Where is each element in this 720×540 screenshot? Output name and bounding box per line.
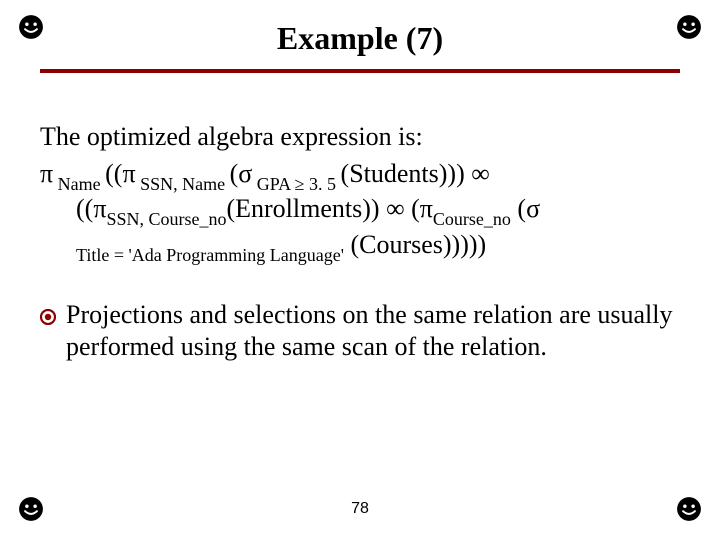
pi-symbol: π [420, 194, 433, 223]
bullet-item: Projections and selections on the same r… [40, 299, 680, 364]
pi-symbol: π [93, 194, 106, 223]
open-paren: (( [76, 194, 93, 223]
enrollments-text: (Enrollments)) [226, 194, 386, 223]
infty-symbol: ∞ [386, 194, 405, 223]
title-rule [40, 69, 680, 73]
corner-smiley-icon [676, 14, 702, 40]
expr-line-1: π Name ((π SSN, Name (σ GPA ≥ 3. 5 (Stud… [40, 158, 680, 194]
sigma-symbol: σ [238, 159, 252, 188]
slide-content: The optimized algebra expression is: π N… [40, 121, 680, 364]
sigma-sub-title: Title = 'Ada Programming Language' [76, 245, 344, 265]
open-paren: ( [405, 194, 420, 223]
corner-smiley-icon [18, 14, 44, 40]
slide: Example (7) The optimized algebra expres… [0, 0, 720, 540]
courses-text: (Courses))))) [344, 230, 486, 259]
bullet-disc-icon [40, 309, 56, 325]
expr-line-2: ((πSSN, Course_no(Enrollments)) ∞ (πCour… [76, 193, 680, 229]
pi-sub-ssn-course: SSN, Course_no [106, 209, 226, 229]
sigma-symbol: σ [526, 194, 540, 223]
gpa-value: 3. 5 [305, 174, 341, 194]
pi-sub-course-no: Course_no [433, 209, 511, 229]
algebra-expression: π Name ((π SSN, Name (σ GPA ≥ 3. 5 (Stud… [40, 158, 680, 265]
open-paren: ( [511, 194, 526, 223]
slide-title: Example (7) [40, 20, 680, 57]
pi-symbol: π [40, 159, 53, 188]
page-number: 78 [0, 500, 720, 518]
open-paren: ( [230, 159, 239, 188]
bullet-text: Projections and selections on the same r… [66, 299, 680, 364]
pi-sub-name: Name [53, 174, 105, 194]
open-paren: (( [105, 159, 122, 188]
intro-text: The optimized algebra expression is: [40, 121, 680, 154]
sigma-sub-gpa: GPA [252, 174, 294, 194]
pi-symbol: π [122, 159, 135, 188]
expr-line-3: Title = 'Ada Programming Language' (Cour… [76, 229, 680, 265]
ge-symbol: ≥ [295, 174, 305, 194]
students-text: (Students))) [341, 159, 472, 188]
infty-symbol: ∞ [471, 159, 490, 188]
pi-sub-ssn-name: SSN, Name [136, 174, 230, 194]
